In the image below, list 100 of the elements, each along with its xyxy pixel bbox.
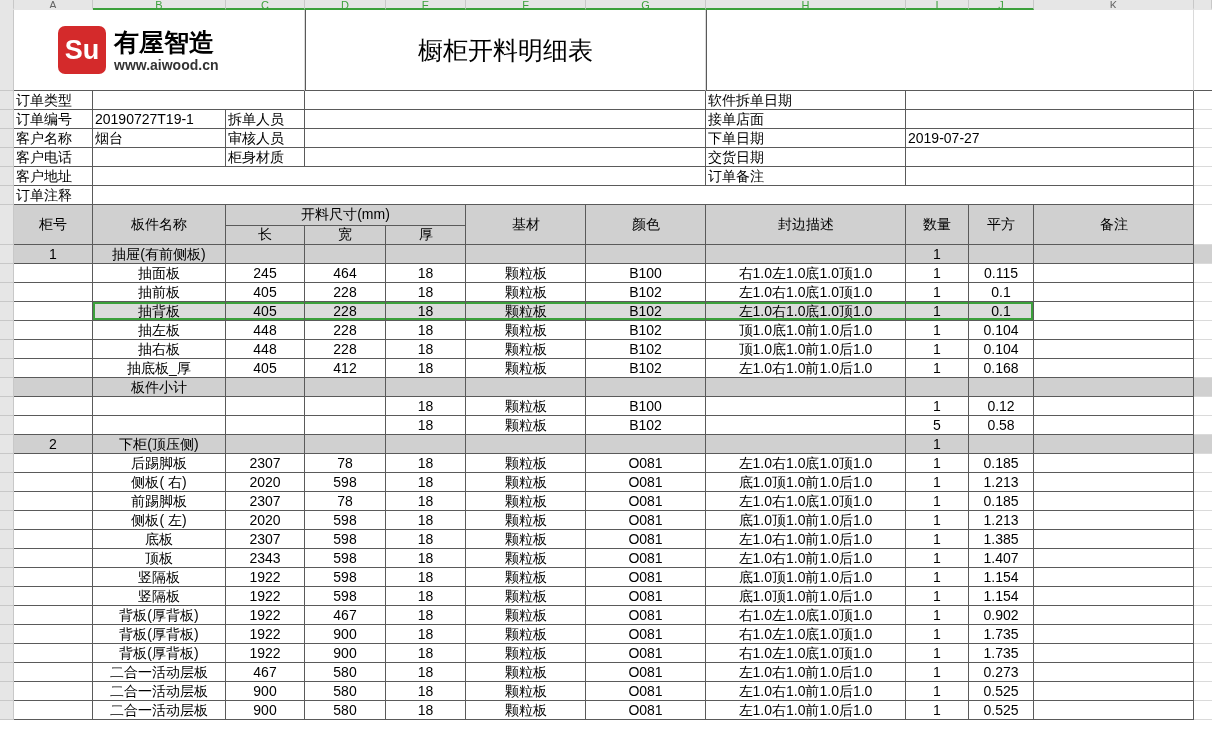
column-header: 宽 — [305, 226, 386, 245]
table-cell: 18 — [386, 701, 466, 720]
table-row[interactable]: 1 抽屉(有前侧板) 1 — [0, 245, 1212, 264]
table-cell: 左1.0右1.0前1.0后1.0 — [706, 682, 906, 701]
table-cell: 抽左板 — [93, 321, 226, 340]
column-header: 数量 — [906, 205, 969, 245]
table-row[interactable]: 后踢脚板 2307 78 18 颗粒板 O081 左1.0右1.0底1.0顶1.0 1 0.185 — [0, 454, 1212, 473]
row-header[interactable] — [0, 245, 14, 264]
table-cell: B100 — [586, 264, 706, 283]
row-header[interactable] — [0, 110, 14, 129]
table-cell: 448 — [226, 340, 305, 359]
table-cell: 467 — [305, 606, 386, 625]
table-cell: 0.12 — [969, 397, 1034, 416]
table-row[interactable]: 2 下柜(顶压侧) 1 — [0, 435, 1212, 454]
table-row[interactable]: 二合一活动层板 900 580 18 颗粒板 O081 左1.0右1.0前1.0后1.0 1 0.525 — [0, 701, 1212, 720]
row-header[interactable] — [0, 606, 14, 625]
table-row[interactable]: 二合一活动层板 900 580 18 颗粒板 O081 左1.0右1.0前1.0后1.0 1 0.525 — [0, 682, 1212, 701]
table-row[interactable]: 侧板( 右) 2020 598 18 颗粒板 O081 底1.0顶1.0前1.0后1.0 1 1.213 — [0, 473, 1212, 492]
row-header[interactable] — [0, 378, 14, 397]
row-header[interactable] — [0, 91, 14, 110]
table-cell — [1194, 435, 1212, 454]
table-row[interactable]: 底板 2307 598 18 颗粒板 O081 左1.0右1.0前1.0后1.0 1 1.385 — [0, 530, 1212, 549]
table-cell: 抽面板 — [93, 264, 226, 283]
table-row[interactable]: 背板(厚背板) 1922 467 18 颗粒板 O081 右1.0左1.0底1.0顶1.0 1 0.902 — [0, 606, 1212, 625]
row-header[interactable] — [0, 511, 14, 530]
table-cell: B100 — [586, 397, 706, 416]
row-header[interactable] — [0, 397, 14, 416]
row-header[interactable] — [0, 10, 14, 91]
table-cell: 18 — [386, 264, 466, 283]
row-header[interactable] — [0, 625, 14, 644]
table-row[interactable]: 抽面板 245 464 18 颗粒板 B100 右1.0左1.0底1.0顶1.0 1 0.115 — [0, 264, 1212, 283]
table-cell: 1 — [906, 264, 969, 283]
row-header[interactable] — [0, 321, 14, 340]
logo-url: www.aiwood.cn — [114, 56, 219, 73]
row-header[interactable] — [0, 644, 14, 663]
table-row[interactable]: 竖隔板 1922 598 18 颗粒板 O081 底1.0顶1.0前1.0后1.0 1 1.154 — [0, 587, 1212, 606]
row-header[interactable] — [0, 568, 14, 587]
row-header[interactable] — [0, 492, 14, 511]
table-cell — [969, 435, 1034, 454]
row-header[interactable] — [0, 340, 14, 359]
row-header[interactable] — [0, 530, 14, 549]
table-cell: 0.902 — [969, 606, 1034, 625]
field-label: 客户名称 — [14, 129, 93, 148]
table-cell: 580 — [305, 682, 386, 701]
row-header[interactable] — [0, 701, 14, 720]
table-cell: 颗粒板 — [466, 568, 586, 587]
table-cell: 2020 — [226, 473, 305, 492]
table-cell: 1 — [906, 587, 969, 606]
table-cell: 侧板( 右) — [93, 473, 226, 492]
table-cell: O081 — [586, 701, 706, 720]
table-row[interactable]: 侧板( 左) 2020 598 18 颗粒板 O081 底1.0顶1.0前1.0后1.0 1 1.213 — [0, 511, 1212, 530]
table-cell: O081 — [586, 663, 706, 682]
table-row[interactable]: 抽左板 448 228 18 颗粒板 B102 顶1.0底1.0前1.0后1.0 1 0.104 — [0, 321, 1212, 340]
table-row[interactable]: 前踢脚板 2307 78 18 颗粒板 O081 左1.0右1.0底1.0顶1.0 1 0.185 — [0, 492, 1212, 511]
table-cell: 颗粒板 — [466, 397, 586, 416]
table-cell: 580 — [305, 663, 386, 682]
row-header[interactable] — [0, 129, 14, 148]
row-header[interactable] — [0, 283, 14, 302]
row-header[interactable] — [0, 416, 14, 435]
row-header[interactable] — [0, 663, 14, 682]
table-cell: 2343 — [226, 549, 305, 568]
row-header[interactable] — [0, 186, 14, 205]
row-header[interactable] — [0, 302, 14, 321]
table-cell: O081 — [586, 549, 706, 568]
row-header[interactable] — [0, 435, 14, 454]
table-row[interactable]: 顶板 2343 598 18 颗粒板 O081 左1.0右1.0前1.0后1.0 1 1.407 — [0, 549, 1212, 568]
row-header[interactable] — [0, 167, 14, 186]
table-cell: 左1.0右1.0底1.0顶1.0 — [706, 454, 906, 473]
table-cell: 右1.0左1.0底1.0顶1.0 — [706, 606, 906, 625]
table-cell: 1.154 — [969, 568, 1034, 587]
row-header[interactable] — [0, 682, 14, 701]
table-cell: 598 — [305, 587, 386, 606]
table-cell: 1922 — [226, 625, 305, 644]
row-header[interactable] — [0, 205, 14, 245]
field-label: 订单编号 — [14, 110, 93, 129]
table-cell: 2 — [14, 435, 93, 454]
table-cell: O081 — [586, 644, 706, 663]
table-row[interactable]: 抽背板 405 228 18 颗粒板 B102 左1.0右1.0底1.0顶1.0 1 0.1 — [0, 302, 1212, 321]
table-cell: 顶1.0底1.0前1.0后1.0 — [706, 340, 906, 359]
table-cell: 900 — [226, 682, 305, 701]
table-cell: 900 — [226, 701, 305, 720]
table-cell: 18 — [386, 302, 466, 321]
table-row[interactable]: 18 颗粒板 B100 1 0.12 — [0, 397, 1212, 416]
table-row[interactable]: 背板(厚背板) 1922 900 18 颗粒板 O081 右1.0左1.0底1.0顶1.0 1 1.735 — [0, 644, 1212, 663]
table-row[interactable]: 抽右板 448 228 18 颗粒板 B102 顶1.0底1.0前1.0后1.0 1 0.104 — [0, 340, 1212, 359]
table-row[interactable]: 二合一活动层板 467 580 18 颗粒板 O081 左1.0右1.0前1.0后1.0 1 0.273 — [0, 663, 1212, 682]
row-header[interactable] — [0, 359, 14, 378]
table-row[interactable]: 竖隔板 1922 598 18 颗粒板 O081 底1.0顶1.0前1.0后1.0 1 1.154 — [0, 568, 1212, 587]
table-cell: O081 — [586, 625, 706, 644]
row-header[interactable] — [0, 148, 14, 167]
row-header[interactable] — [0, 264, 14, 283]
table-row[interactable]: 背板(厚背板) 1922 900 18 颗粒板 O081 右1.0左1.0底1.0顶1.0 1 1.735 — [0, 625, 1212, 644]
row-header[interactable] — [0, 473, 14, 492]
row-header[interactable] — [0, 587, 14, 606]
table-row[interactable]: 板件小计 — [0, 378, 1212, 397]
row-header[interactable] — [0, 454, 14, 473]
row-header[interactable] — [0, 549, 14, 568]
table-cell: 1 — [906, 492, 969, 511]
table-cell: 900 — [305, 644, 386, 663]
column-header: 开料尺寸(mm) — [226, 205, 466, 226]
